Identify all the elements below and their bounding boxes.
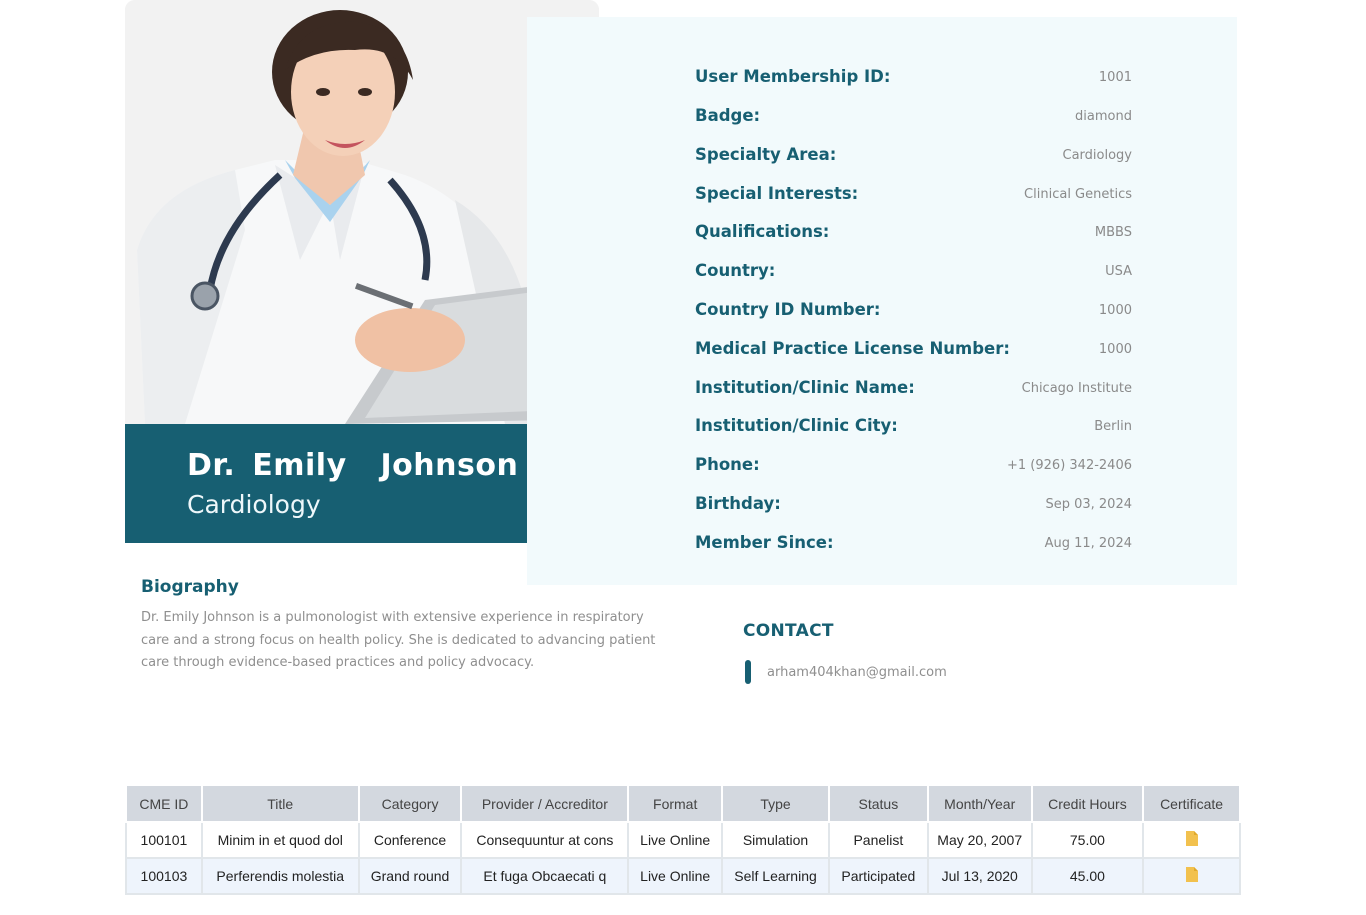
info-value: Cardiology <box>1062 148 1133 163</box>
table-cell: Panelist <box>827 821 929 859</box>
column-header[interactable]: Credit Hours <box>1030 784 1145 823</box>
info-label: Member Since: <box>695 533 834 552</box>
info-value: Sep 03, 2024 <box>1045 497 1132 512</box>
column-header[interactable]: Category <box>357 784 463 823</box>
info-label: Phone: <box>695 455 760 474</box>
table-cell: Participated <box>827 857 929 895</box>
info-row: Country: USA <box>695 261 1132 285</box>
info-label: Medical Practice License Number: <box>695 339 1010 358</box>
biography-text: Dr. Emily Johnson is a pulmonologist wit… <box>141 610 656 670</box>
table-cell: Grand round <box>357 857 463 895</box>
table-cell: 75.00 <box>1030 821 1145 859</box>
table-cell: Conference <box>357 821 463 859</box>
info-value: Berlin <box>1094 419 1132 434</box>
info-row: Institution/Clinic Name: Chicago Institut… <box>695 378 1132 402</box>
info-row: Medical Practice License Number: 1000 <box>695 339 1132 363</box>
info-value: Clinical Genetics <box>1024 187 1132 202</box>
column-header[interactable]: Type <box>721 784 830 823</box>
table-cell: Jul 13, 2020 <box>926 857 1033 895</box>
column-header[interactable]: Title <box>200 784 360 823</box>
table-header-row: CME ID Title Category Provider / Accreditor… <box>125 784 1241 823</box>
info-label: Specialty Area: <box>695 145 837 164</box>
table-cell: 100101 <box>125 821 203 859</box>
info-value: diamond <box>1075 109 1132 124</box>
info-row: Special Interests: Clinical Genetics <box>695 184 1132 208</box>
doctor-name: Dr. Emily Johnson <box>187 448 519 483</box>
column-header[interactable]: CME ID <box>125 784 203 823</box>
column-header[interactable]: Certificate <box>1142 784 1241 823</box>
info-row: User Membership ID: 1001 <box>695 67 1132 91</box>
column-header[interactable]: Format <box>627 784 724 823</box>
biography-title: Biography <box>141 577 239 597</box>
profile-info-panel: User Membership ID: 1001 Badge: diamond Spec… <box>527 17 1237 585</box>
table-cell: Self Learning <box>721 857 830 895</box>
info-value: 1000 <box>1098 342 1132 357</box>
column-header[interactable]: Month/Year <box>926 784 1033 823</box>
column-header[interactable]: Status <box>827 784 929 823</box>
table-row: 100101 Minim in et quod dol Conference Cons… <box>125 821 1241 859</box>
info-label: Institution/Clinic City: <box>695 416 898 435</box>
certificate-cell[interactable] <box>1142 821 1241 859</box>
info-label: Country: <box>695 261 776 280</box>
table-cell: Simulation <box>721 821 830 859</box>
table-cell: Et fuga Obcaecati q <box>460 857 630 895</box>
table-cell: Live Online <box>627 821 724 859</box>
doctor-specialty: Cardiology <box>187 490 321 519</box>
info-label: Birthday: <box>695 494 781 513</box>
contact-title: CONTACT <box>743 621 834 641</box>
name-line: Dr. Emily Johnson <box>187 448 577 483</box>
info-row: Badge: diamond <box>695 106 1132 130</box>
info-label: User Membership ID: <box>695 67 891 86</box>
info-value: USA <box>1105 264 1132 279</box>
info-row: Phone: +1 (926) 342-2406 <box>695 455 1132 479</box>
column-header[interactable]: Provider / Accreditor <box>460 784 630 823</box>
info-label: Qualifications: <box>695 222 830 241</box>
info-row: Member Since: Aug 11, 2024 <box>695 533 1132 557</box>
info-value: 1000 <box>1098 303 1132 318</box>
contact-email-row[interactable]: arham404khan@gmail.com <box>745 660 947 684</box>
info-row: Qualifications: MBBS <box>695 222 1132 246</box>
info-row: Institution/Clinic City: Berlin <box>695 416 1132 440</box>
table-cell: Minim in et quod dol <box>200 821 360 859</box>
certificate-cell[interactable] <box>1142 857 1241 895</box>
contact-email[interactable]: arham404khan@gmail.com <box>767 665 947 680</box>
table-cell: Live Online <box>627 857 724 895</box>
info-label: Country ID Number: <box>695 300 881 319</box>
table-cell: 100103 <box>125 857 203 895</box>
info-label: Special Interests: <box>695 184 859 203</box>
info-label: Badge: <box>695 106 761 125</box>
mail-icon <box>745 660 751 684</box>
info-label: Institution/Clinic Name: <box>695 378 915 397</box>
certificate-file-icon[interactable] <box>1185 831 1198 849</box>
certificate-file-icon[interactable] <box>1185 867 1198 885</box>
table-cell: Consequuntur at cons <box>460 821 630 859</box>
info-value: Aug 11, 2024 <box>1044 536 1132 551</box>
cme-table: CME ID Title Category Provider / Accreditor… <box>125 784 1241 895</box>
info-value: MBBS <box>1094 225 1132 240</box>
table-cell: May 20, 2007 <box>926 821 1033 859</box>
table-row: 100103 Perferendis molestia Grand round Et … <box>125 857 1241 895</box>
info-row: Country ID Number: 1000 <box>695 300 1132 324</box>
table-cell: 45.00 <box>1030 857 1145 895</box>
table-cell: Perferendis molestia <box>200 857 360 895</box>
info-value: 1001 <box>1098 70 1132 85</box>
info-row: Specialty Area: Cardiology <box>695 145 1132 169</box>
info-value: Chicago Institute <box>1021 381 1132 396</box>
info-row: Birthday: Sep 03, 2024 <box>695 494 1132 518</box>
info-value: +1 (926) 342-2406 <box>1007 458 1132 473</box>
